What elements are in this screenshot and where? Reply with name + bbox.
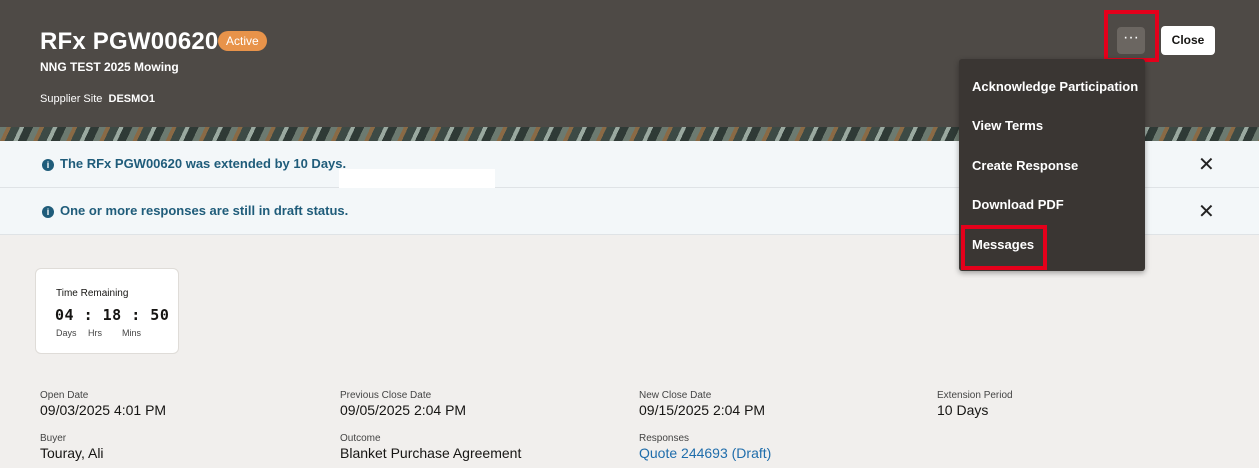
page-title: RFx PGW00620 bbox=[40, 28, 219, 55]
supplier-site: Supplier Site DESMO1 bbox=[40, 93, 155, 105]
status-badge: Active bbox=[218, 31, 267, 51]
timer-unit-mins: Mins bbox=[122, 328, 142, 338]
buyer-field: Buyer Touray, Ali bbox=[40, 433, 104, 461]
menu-item-view-terms[interactable]: View Terms bbox=[972, 118, 1043, 133]
info-icon: i bbox=[42, 205, 54, 218]
supplier-site-value: DESMO1 bbox=[108, 93, 155, 105]
response-link[interactable]: Quote 244693 (Draft) bbox=[639, 445, 771, 461]
previous-close-date-field: Previous Close Date 09/05/2025 2:04 PM bbox=[340, 390, 467, 418]
banner-message: The RFx PGW00620 was extended by 10 Days… bbox=[60, 156, 347, 171]
page-subtitle: NNG TEST 2025 Mowing bbox=[40, 60, 179, 74]
info-icon: i bbox=[42, 158, 54, 171]
timer-unit-days: Days bbox=[56, 328, 77, 338]
timer-unit-hrs: Hrs bbox=[88, 328, 102, 338]
banner-message: One or more responses are still in draft… bbox=[60, 203, 349, 218]
time-remaining-card: Time Remaining 04 : 18 : 50 Days Hrs Mins bbox=[35, 268, 179, 354]
open-date-field: Open Date 09/03/2025 4:01 PM bbox=[40, 390, 167, 418]
close-icon[interactable]: ✕ bbox=[1198, 199, 1215, 224]
close-button[interactable]: Close bbox=[1161, 26, 1215, 55]
close-icon[interactable]: ✕ bbox=[1198, 152, 1215, 177]
menu-item-create-response[interactable]: Create Response bbox=[972, 158, 1078, 173]
highlight-more-actions bbox=[1104, 10, 1159, 62]
extension-period-field: Extension Period 10 Days bbox=[937, 390, 1013, 418]
highlight-messages bbox=[961, 225, 1047, 270]
timer-label: Time Remaining bbox=[56, 288, 129, 299]
timer-units: Days Hrs Mins bbox=[56, 328, 141, 338]
menu-item-acknowledge-participation[interactable]: Acknowledge Participation bbox=[972, 79, 1138, 94]
menu-item-download-pdf[interactable]: Download PDF bbox=[972, 197, 1064, 212]
supplier-site-label: Supplier Site bbox=[40, 93, 103, 105]
responses-field: Responses Quote 244693 (Draft) bbox=[639, 433, 772, 461]
new-close-date-field: New Close Date 09/15/2025 2:04 PM bbox=[639, 390, 766, 418]
timer-value: 04 : 18 : 50 bbox=[55, 306, 170, 324]
outcome-field: Outcome Blanket Purchase Agreement bbox=[340, 433, 522, 461]
